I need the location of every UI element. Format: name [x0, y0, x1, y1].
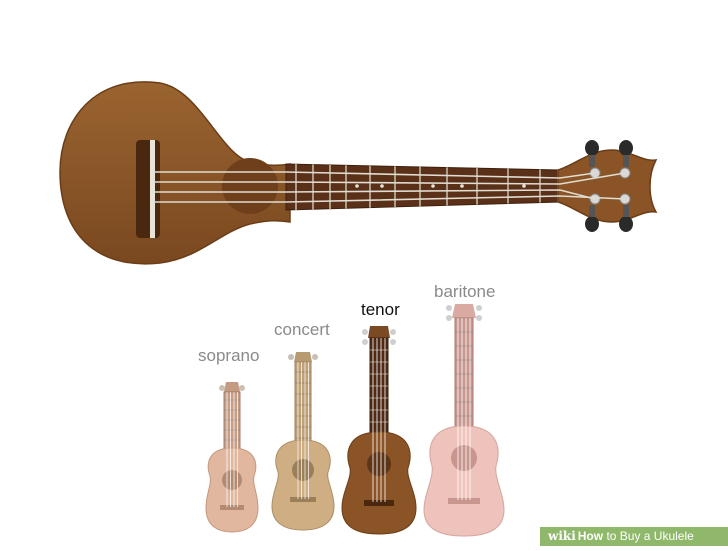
watermark-wiki: wiki [548, 529, 576, 543]
wikihow-watermark: wiki How to Buy a Ukulele [540, 527, 728, 546]
illustration: soprano concert tenor baritone wiki How t… [0, 0, 728, 546]
large-ukulele-soundhole [222, 158, 278, 214]
label-soprano: soprano [198, 346, 260, 365]
large-ukulele [59, 81, 658, 265]
watermark-title: to Buy a Ukulele [603, 529, 694, 543]
baritone-ukulele [423, 304, 505, 537]
label-tenor: tenor [361, 300, 400, 319]
ukulele-illustration [59, 81, 658, 537]
large-ukulele-headstock [557, 149, 658, 223]
large-ukulele-fretboard [285, 163, 561, 211]
soprano-ukulele [205, 382, 259, 533]
label-baritone: baritone [434, 282, 496, 301]
large-ukulele-bridge [136, 140, 160, 238]
watermark-how: How [577, 529, 604, 543]
tenor-ukulele [341, 326, 417, 535]
concert-ukulele [271, 352, 335, 531]
label-concert: concert [274, 320, 330, 339]
